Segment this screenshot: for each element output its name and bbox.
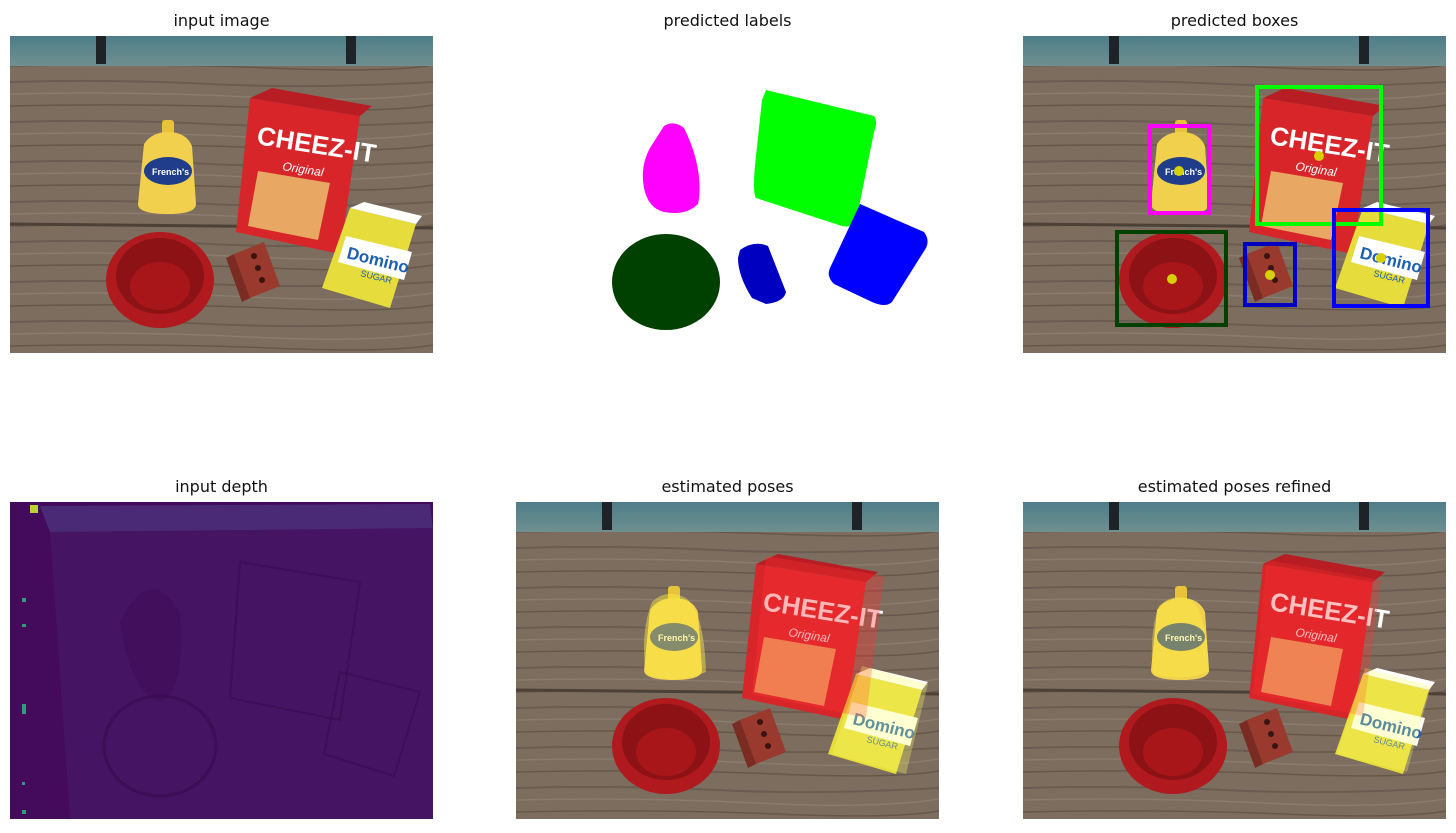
input-image-panel: [10, 36, 433, 353]
center-dot-brick: [1265, 270, 1275, 280]
panel-title-predicted-labels: predicted labels: [663, 11, 792, 30]
panel-title-estimated-poses: estimated poses: [661, 477, 794, 496]
label-mask-bowl: [612, 234, 720, 330]
center-dot-bowl: [1167, 274, 1177, 284]
predicted-labels-panel: [516, 36, 939, 353]
label-mask-brick: [738, 243, 786, 304]
label-mask-mustard: [642, 123, 700, 213]
panel-title-input-depth: input depth: [175, 477, 268, 496]
input-depth-panel: [10, 502, 433, 819]
center-dot-mustard: [1174, 166, 1184, 176]
panel-title-estimated-poses-refined: estimated poses refined: [1137, 477, 1332, 496]
panel-title-predicted-boxes: predicted boxes: [1170, 11, 1299, 30]
predicted-boxes-panel: [1023, 36, 1446, 353]
estimated-poses-panel: [516, 502, 939, 819]
center-dot-cheezit: [1314, 151, 1324, 161]
estimated-poses-refined-panel: [1023, 502, 1446, 819]
center-dot-sugar: [1376, 253, 1386, 263]
label-mask-cheezit: [754, 90, 876, 227]
panel-title-input-image: input image: [173, 11, 270, 30]
